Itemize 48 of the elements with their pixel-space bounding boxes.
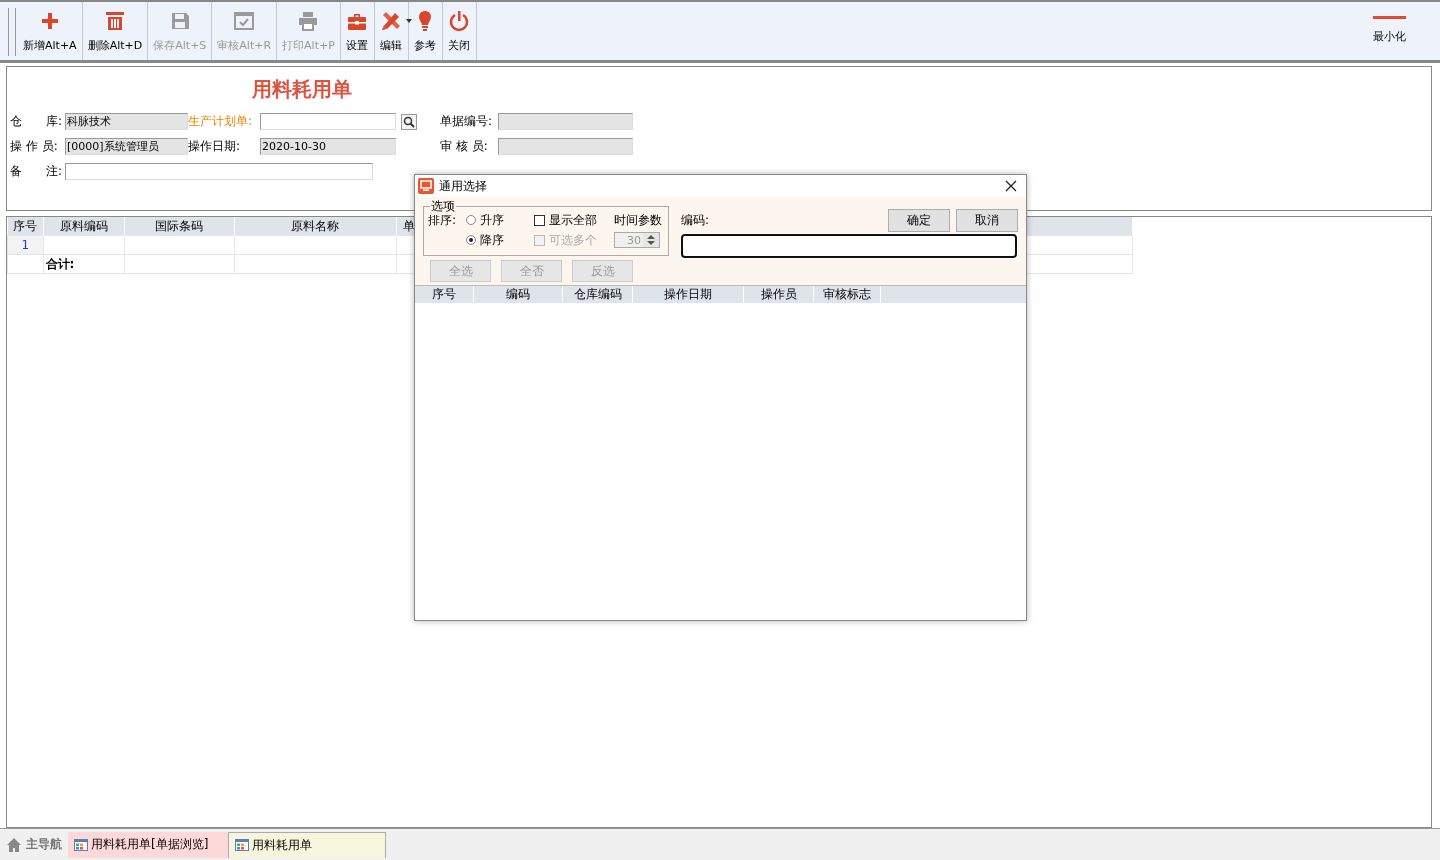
search-button[interactable] [401,113,417,130]
input-field[interactable] [260,113,396,130]
field-label: 单据编号: [440,113,494,130]
field-label: 备 注: [10,163,64,180]
toolbar-button[interactable]: 新增Alt+A [18,2,83,60]
minimize-button[interactable]: 最小化 [1353,2,1426,60]
home-tab[interactable]: 主导航 [0,831,68,858]
dialog-button[interactable]: 取消 [956,208,1018,232]
home-icon [6,836,22,853]
toolbar-grip[interactable] [8,8,16,56]
trash-icon [103,10,126,32]
checked-window-icon [233,10,256,32]
readonly-field: [0000]系统管理员 [65,138,188,155]
form-title: 用料耗用单 [251,76,353,103]
monitor-icon [418,178,434,194]
toolbar-button[interactable]: 设置 [340,2,375,60]
readonly-field: 2020-10-30 [260,138,396,155]
minimize-icon [1373,16,1406,19]
window-icon [74,838,88,851]
toolbar-button[interactable]: 参考 [408,2,443,60]
field-label: 操 作 员: [10,138,59,155]
column-header: 原料名称 [234,217,396,236]
caret-icon [406,19,413,23]
field-label: 仓 库: [10,113,64,130]
power-icon [448,10,471,32]
readonly-field: 科脉技术 [65,113,188,130]
total-label: 合计: [43,254,124,274]
code-field[interactable] [681,234,1017,258]
toolbar-button[interactable]: 删除Alt+D [82,2,149,60]
column-header: 序号 [7,217,43,236]
field-label: 操作日期: [188,138,242,155]
window-icon [235,839,249,851]
dialog-button[interactable]: 确定 [888,208,950,232]
search-icon [403,115,415,128]
group-legend: 选项 [430,198,456,215]
column-header: 国际条码 [124,217,234,236]
toolbar-button[interactable]: 关闭 [442,2,477,60]
dialog-title: 通用选择 [439,177,488,195]
input-field[interactable] [65,163,373,180]
toolbar-button[interactable]: 编辑 [374,2,409,60]
document-tab[interactable]: 用料耗用单[单据浏览] [68,831,228,858]
field-label: 审 核 员: [440,138,489,155]
document-tab[interactable]: 用料耗用单 [228,831,386,858]
close-icon [1005,180,1017,192]
column-header: 原料编码 [43,217,124,236]
row-number: 1 [7,235,43,255]
printer-icon [297,10,320,32]
spinner-value: 30 [627,233,641,247]
